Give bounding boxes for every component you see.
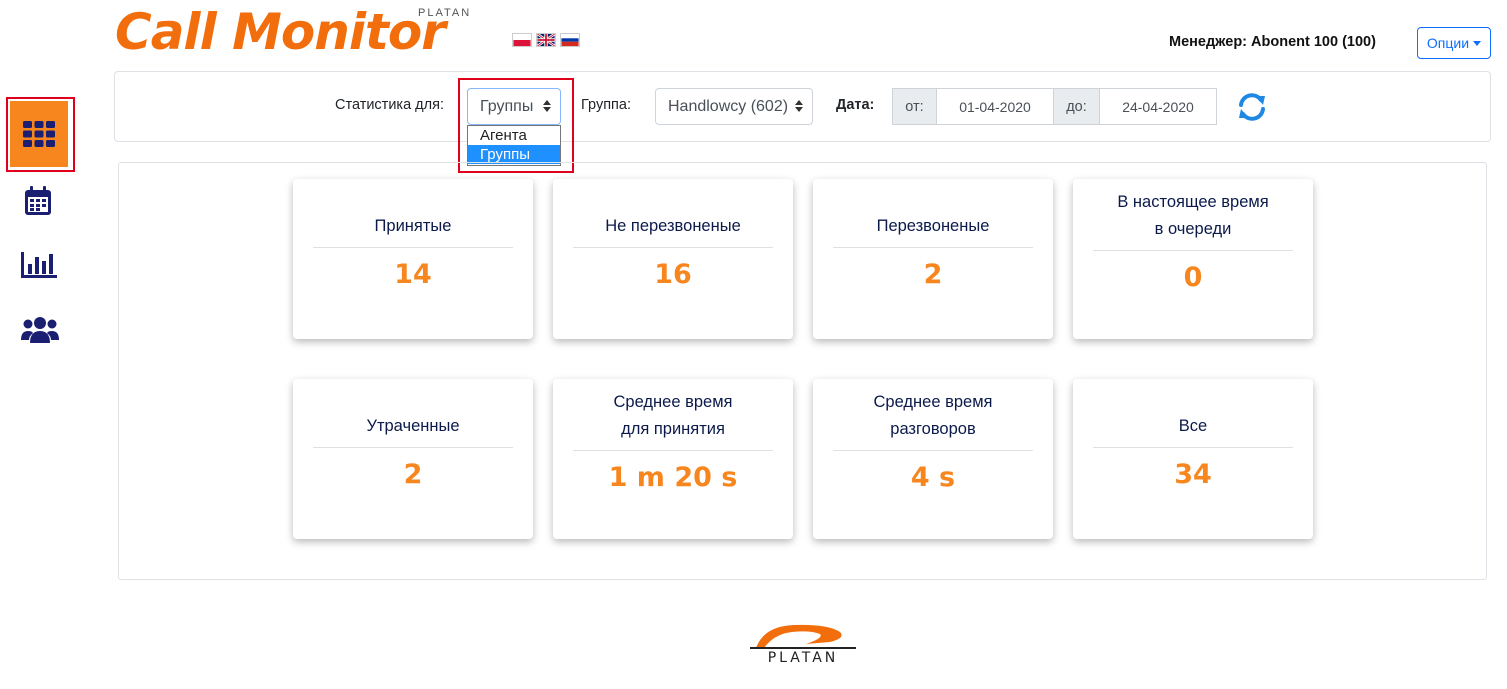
- bar-chart-icon: [21, 252, 57, 278]
- select-arrows-icon: [795, 100, 803, 114]
- stat-card-avg-answer-time: Среднее время для принятия 1 m 20 s: [553, 379, 793, 539]
- stat-divider: [833, 247, 1033, 248]
- sidebar-item-calendar[interactable]: [18, 183, 58, 219]
- refresh-icon[interactable]: [1235, 90, 1269, 124]
- stat-divider: [1093, 250, 1293, 251]
- stat-value: 2: [403, 459, 423, 490]
- stat-title: Все: [1178, 417, 1208, 435]
- footer-brand: PLATAN: [767, 650, 839, 666]
- logo-text: Call Monitor: [115, 3, 446, 61]
- stat-value: 34: [1174, 459, 1212, 490]
- stat-value: 4 s: [910, 462, 956, 493]
- manager-label: Менеджер:: [1169, 34, 1248, 50]
- stat-divider: [573, 450, 773, 451]
- date-label: Дата:: [836, 97, 875, 113]
- options-button[interactable]: Опции: [1417, 27, 1491, 59]
- sidebar-item-users[interactable]: [18, 311, 62, 347]
- group-label: Группа:: [581, 97, 631, 113]
- options-label: Опции: [1426, 35, 1470, 51]
- stat-title-line1: В настоящее время: [1117, 193, 1269, 211]
- stat-title: Перезвоненые: [876, 217, 990, 235]
- stat-value: 14: [394, 259, 432, 290]
- stats-for-select[interactable]: Группы: [467, 88, 561, 125]
- stat-title-line2: в очереди: [1154, 220, 1232, 238]
- stat-title: Принятые: [374, 217, 452, 235]
- stat-title-line2: для принятия: [621, 420, 725, 438]
- stat-title-line1: Среднее время: [873, 393, 993, 411]
- to-prefix: до:: [1054, 88, 1100, 125]
- platan-footer-logo: PLATAN: [750, 622, 856, 666]
- to-date-input[interactable]: 24-04-2020: [1100, 88, 1217, 125]
- group-value: Handlowcy (602): [668, 97, 789, 115]
- stat-divider: [313, 247, 513, 248]
- stats-for-label: Статистика для:: [335, 97, 444, 113]
- stat-title-line1: Среднее время: [613, 393, 733, 411]
- stat-title-line2: разговоров: [890, 420, 976, 438]
- manager-info: Менеджер: Abonent 100 (100): [1169, 34, 1376, 50]
- stat-title: Утраченные: [366, 417, 460, 435]
- calendar-icon: [25, 186, 51, 215]
- group-select[interactable]: Handlowcy (602): [655, 88, 813, 125]
- stat-title: Не перезвоненые: [605, 217, 741, 235]
- ru-flag-icon[interactable]: [560, 33, 580, 47]
- stat-value: 2: [923, 259, 943, 290]
- date-range: от: 01-04-2020 до: 24-04-2020: [892, 88, 1217, 125]
- sidebar-item-dashboard[interactable]: [10, 101, 68, 167]
- stat-value: 1 m 20 s: [608, 462, 738, 493]
- stat-card-avg-talk-time: Среднее время разговоров 4 s: [813, 379, 1053, 539]
- stat-divider: [1093, 447, 1293, 448]
- from-prefix: от:: [892, 88, 937, 125]
- stat-value: 0: [1183, 262, 1203, 293]
- stats-for-dropdown: Агента Группы: [467, 125, 561, 166]
- language-switcher: [512, 33, 580, 47]
- stat-card-in-queue: В настоящее время в очереди 0: [1073, 179, 1313, 339]
- grid-icon: [23, 121, 55, 147]
- stats-for-value: Группы: [480, 97, 534, 115]
- stat-card-not-called-back: Не перезвоненые 16: [553, 179, 793, 339]
- stat-divider: [833, 450, 1033, 451]
- stat-card-accepted: Принятые 14: [293, 179, 533, 339]
- gb-flag-icon[interactable]: [536, 33, 556, 47]
- stat-card-lost: Утраченные 2: [293, 379, 533, 539]
- stat-card-all: Все 34: [1073, 379, 1313, 539]
- stat-card-called-back: Перезвоненые 2: [813, 179, 1053, 339]
- option-agent[interactable]: Агента: [468, 126, 560, 145]
- select-arrows-icon: [543, 100, 551, 114]
- from-date-input[interactable]: 01-04-2020: [937, 88, 1054, 125]
- sidebar-item-reports[interactable]: [18, 247, 60, 283]
- platan-swoosh-icon: [750, 624, 856, 649]
- call-monitor-logo: Call Monitor PLATAN: [115, 4, 500, 60]
- stat-value: 16: [654, 259, 692, 290]
- caret-down-icon: [1473, 40, 1482, 46]
- stat-divider: [573, 247, 773, 248]
- manager-value: Abonent 100 (100): [1251, 34, 1376, 50]
- stat-divider: [313, 447, 513, 448]
- pl-flag-icon[interactable]: [512, 33, 532, 47]
- users-icon: [21, 317, 59, 343]
- logo-brand: PLATAN: [418, 7, 472, 19]
